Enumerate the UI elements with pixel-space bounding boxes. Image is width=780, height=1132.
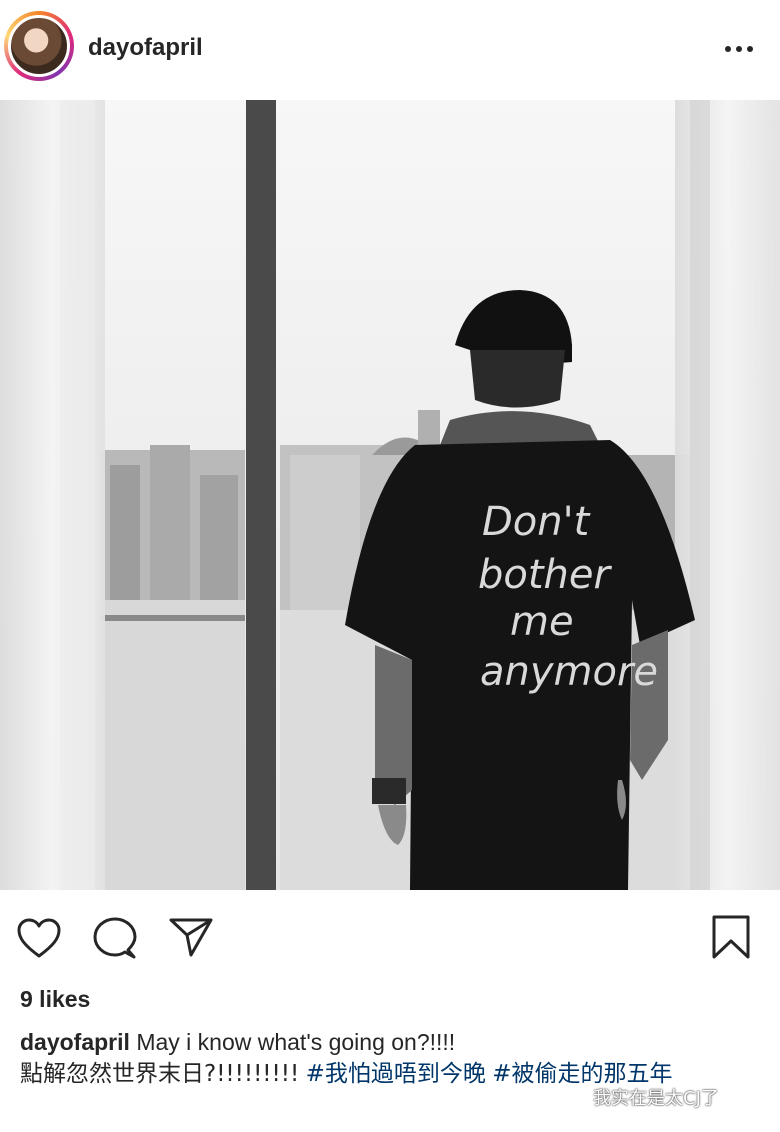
likes-count[interactable]: 9 likes: [20, 986, 90, 1013]
more-horizontal-icon[interactable]: [722, 34, 756, 64]
heart-icon[interactable]: [16, 917, 62, 959]
bookmark-icon[interactable]: [710, 914, 752, 960]
caption-text-line1: May i know what's going on?!!!!: [136, 1029, 456, 1055]
post-photo[interactable]: Don't bother me anymore: [0, 100, 780, 890]
shirt-text-line1: Don't: [482, 499, 591, 545]
hashtag-link[interactable]: #我怕過唔到今晚: [306, 1061, 486, 1087]
post-header: dayofapril: [0, 0, 780, 100]
avatar-story-ring[interactable]: [4, 11, 74, 81]
shirt-text-line2: bother: [478, 552, 613, 598]
shirt-text-line3: me: [510, 599, 574, 645]
post-username[interactable]: dayofapril: [88, 34, 203, 62]
paper-plane-icon[interactable]: [168, 916, 214, 958]
comment-icon[interactable]: [92, 916, 138, 960]
post-action-bar: [0, 890, 780, 985]
post-caption: dayofapril May i know what's going on?!!…: [20, 1027, 760, 1090]
caption-username[interactable]: dayofapril: [20, 1029, 130, 1055]
shirt-text-line4: anymore: [480, 649, 658, 695]
avatar[interactable]: [8, 15, 70, 77]
caption-text-line2: 點解忽然世界末日?!!!!!!!!!: [20, 1061, 300, 1087]
watermark-text: 我实在是太CJ了: [593, 1088, 719, 1109]
